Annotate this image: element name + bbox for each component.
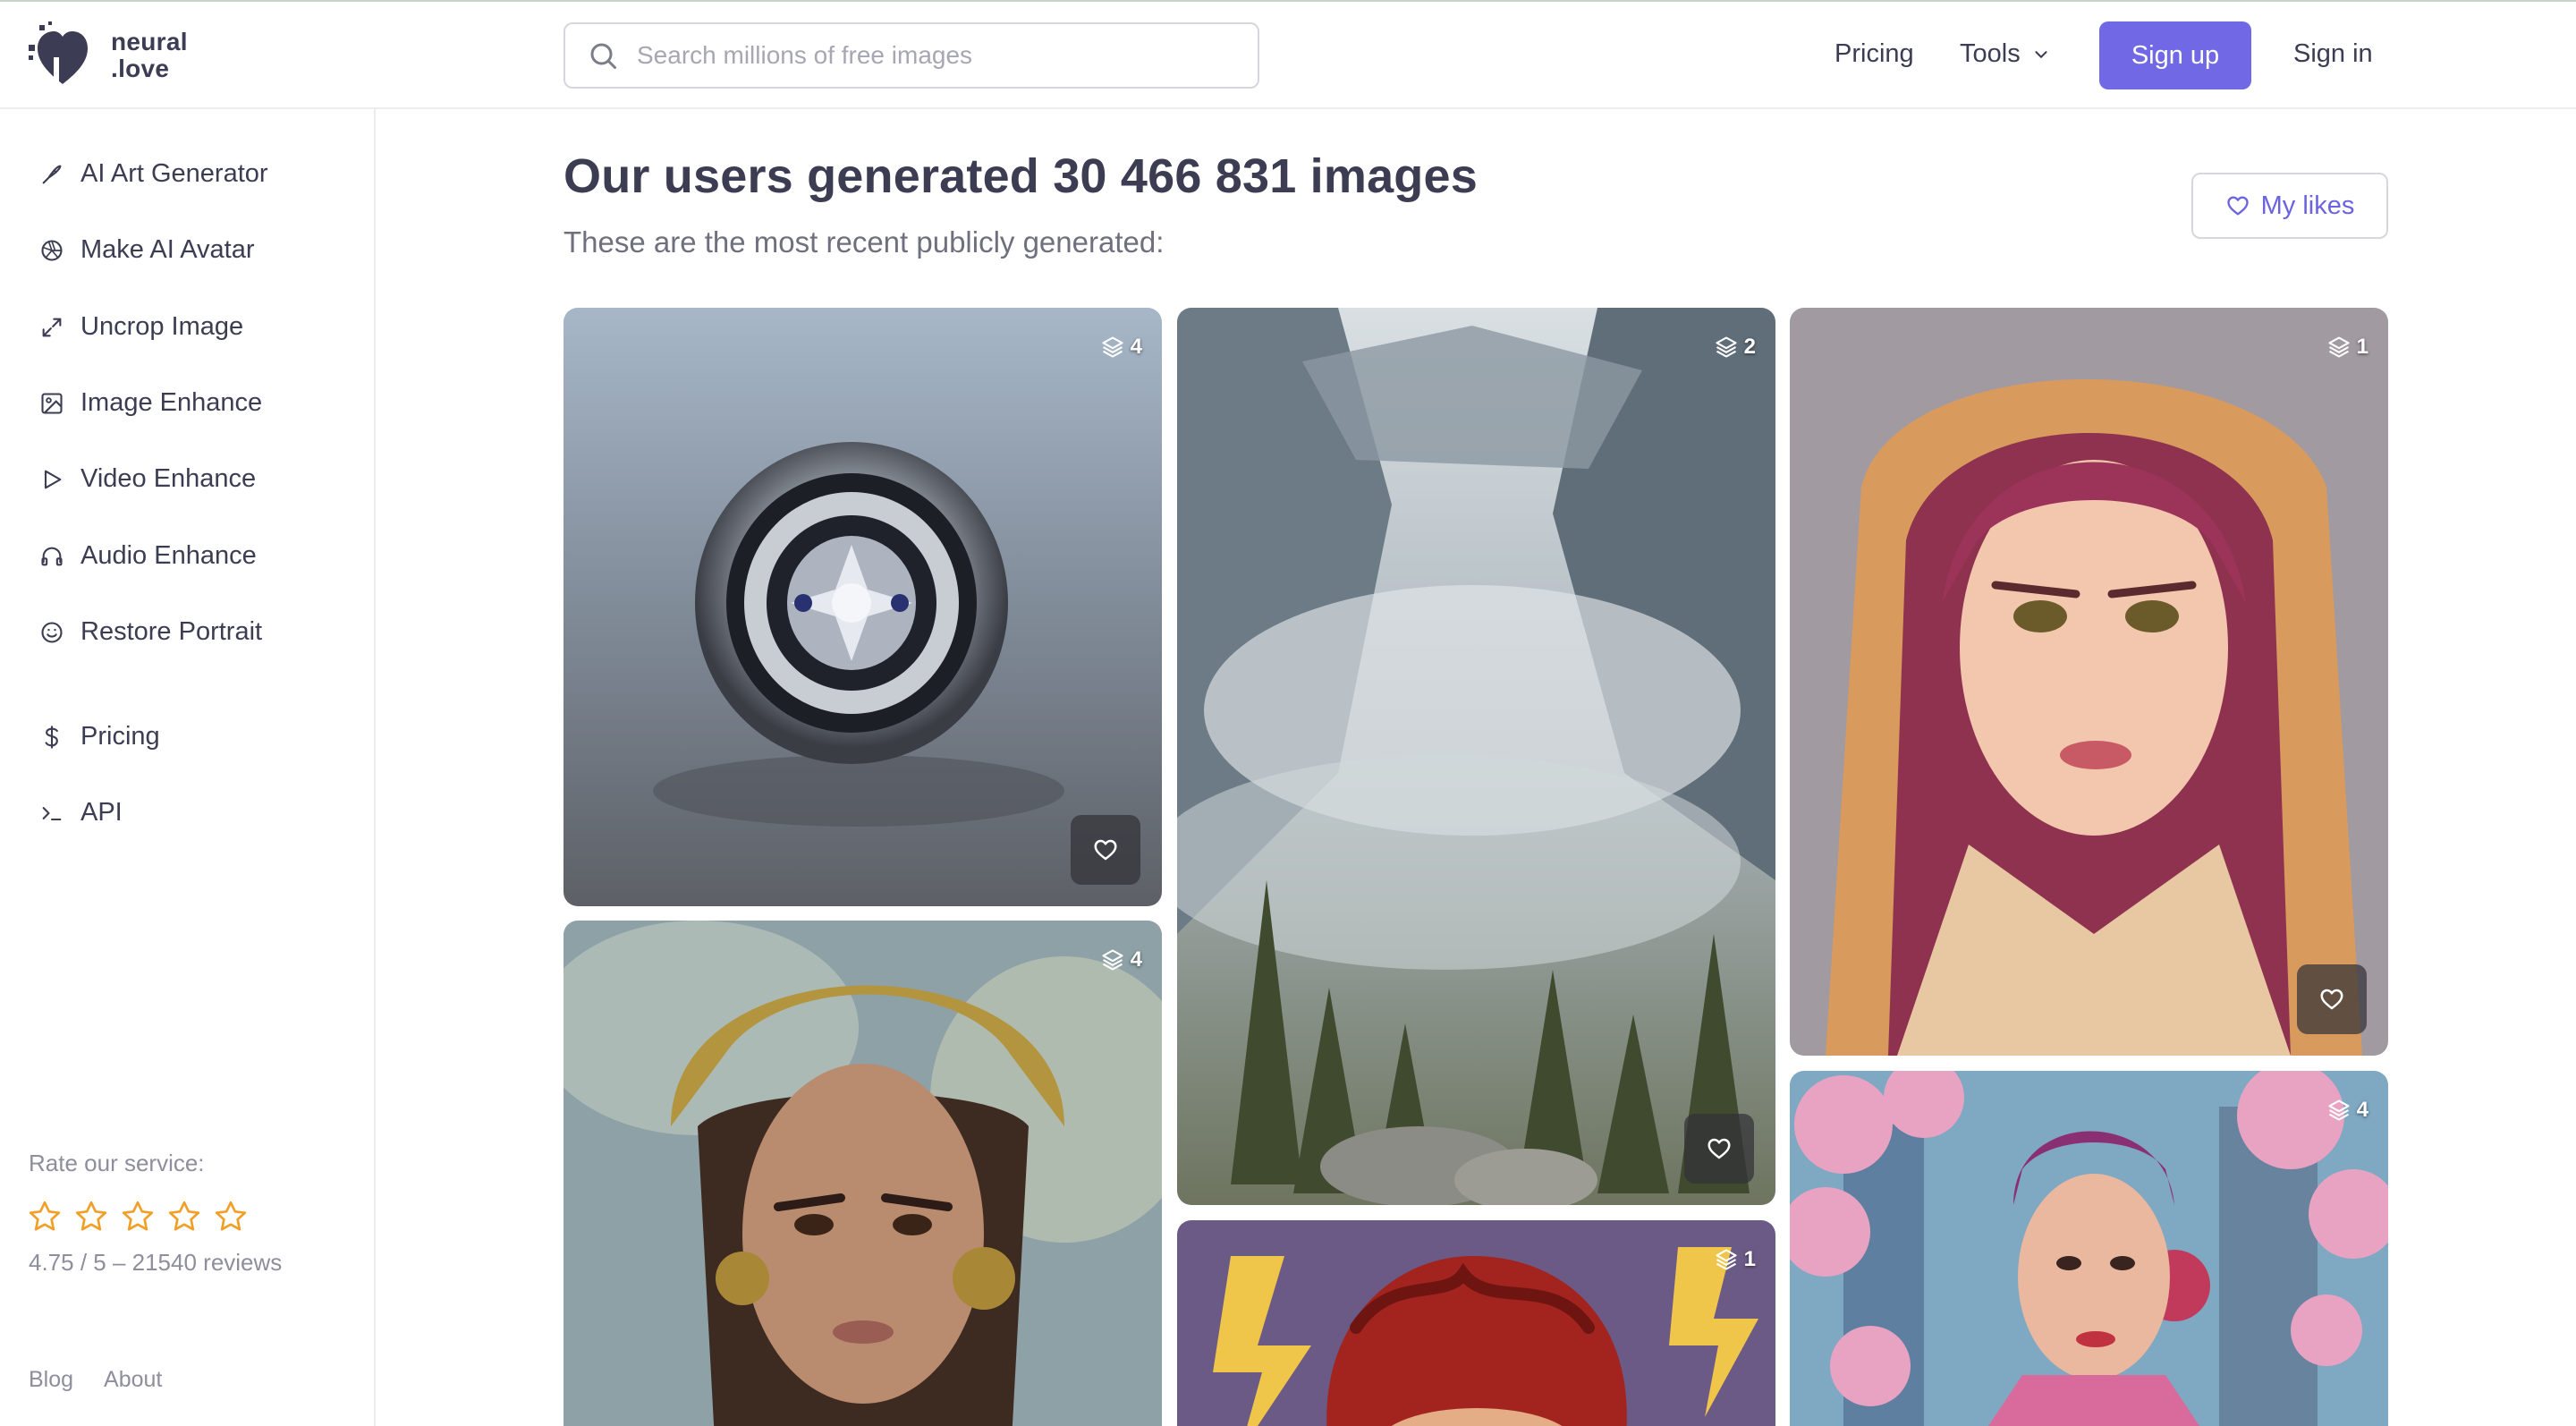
sidebar-item-label: Uncrop Image [80,312,244,341]
like-button[interactable] [2297,964,2367,1034]
headphones-icon [41,547,63,565]
sidebar-item-uncrop-image[interactable]: Uncrop Image [39,312,243,342]
sidebar: AI Art Generator Make AI Avatar Uncrop I… [0,109,376,1426]
sidebar-item-audio-enhance[interactable]: Audio Enhance [39,541,257,571]
sidebar-item-make-ai-avatar[interactable]: Make AI Avatar [39,235,255,265]
gallery-card-ring[interactable]: 4 [564,308,1162,906]
gallery-card-cherry-blossom[interactable]: 4 [1790,1071,2388,1426]
star-icon[interactable] [73,1199,109,1235]
search-icon [590,43,616,69]
sidebar-item-label: Make AI Avatar [80,235,255,264]
layers-icon [2328,1099,2350,1121]
sidebar-item-label: Audio Enhance [80,541,257,570]
sidebar-item-image-enhance[interactable]: Image Enhance [39,388,262,418]
generated-image [564,308,1162,906]
dollar-icon [45,725,58,749]
variation-count-badge: 4 [1100,335,1142,360]
aperture-icon [41,239,63,261]
footer-links: Blog About [29,1367,192,1393]
sidebar-item-video-enhance[interactable]: Video Enhance [39,464,256,494]
play-icon [44,470,62,488]
gallery-card-mountains[interactable]: 2 [1177,308,1775,1205]
sidebar-item-label: Pricing [80,722,160,751]
star-icon[interactable] [27,1199,63,1235]
layers-icon [1102,336,1123,358]
generated-image [1790,308,2388,1056]
rating-summary: 4.75 / 5 – 21540 reviews [29,1249,283,1276]
my-likes-button[interactable]: My likes [2191,173,2388,239]
expand-icon [42,318,62,336]
star-icon[interactable] [213,1199,249,1235]
image-icon [41,392,63,414]
generated-image [1177,1220,1775,1426]
terminal-icon [42,806,62,820]
variation-count-badge: 2 [1714,335,1756,360]
heart-icon [1707,1138,1731,1159]
logo-wordmark: neural .love [111,28,188,82]
blog-link[interactable]: Blog [29,1367,73,1393]
variation-count-badge: 4 [1100,947,1142,972]
sign-up-button[interactable]: Sign up [2099,21,2251,89]
nav-tools-label: Tools [1960,39,2021,68]
layers-icon [1716,336,1737,358]
sidebar-item-ai-art-generator[interactable]: AI Art Generator [39,159,268,189]
sidebar-item-restore-portrait[interactable]: Restore Portrait [39,617,262,647]
gallery-card-golden-headdress[interactable]: 4 [564,921,1162,1426]
variation-count-badge: 1 [1714,1247,1756,1272]
gallery-card-comic-character[interactable]: 1 [1177,1220,1775,1426]
heart-icon [1094,839,1117,861]
brush-icon [42,165,62,183]
layers-icon [1102,949,1123,971]
search-box[interactable] [564,22,1259,89]
variation-count-badge: 1 [2326,335,2368,360]
gallery-card-anime-girl[interactable]: 1 [1790,308,2388,1056]
sidebar-item-pricing[interactable]: Pricing [39,722,160,751]
sidebar-item-label: Video Enhance [80,464,257,493]
page-title: Our users generated 30 466 831 images [564,149,1478,203]
generated-image [1177,308,1775,1205]
heart-icon [2226,196,2249,216]
about-link[interactable]: About [104,1367,162,1393]
sidebar-item-label: AI Art Generator [80,159,268,188]
sign-in-link[interactable]: Sign in [2293,39,2373,69]
like-button[interactable] [1071,815,1140,885]
my-likes-label: My likes [2260,191,2355,220]
top-navigation-bar: neural .love Pricing Tools Sign up Sign … [0,0,2576,109]
neural-love-logo[interactable]: neural .love [27,21,188,89]
like-button[interactable] [1684,1114,1754,1184]
heart-icon [2320,989,2343,1010]
sidebar-item-label: Restore Portrait [80,617,263,646]
layers-icon [1716,1249,1737,1270]
sidebar-item-api[interactable]: API [39,798,123,828]
search-input[interactable] [637,41,1227,70]
rating-stars[interactable] [27,1199,259,1235]
chevron-down-icon [2035,50,2047,58]
generated-image [564,921,1162,1426]
sidebar-item-label: API [80,798,123,827]
nav-tools-dropdown[interactable]: Tools [1960,39,2051,69]
smile-icon [41,621,63,643]
variation-count-badge: 4 [2326,1098,2368,1123]
page-subtitle: These are the most recent publicly gener… [564,225,1165,259]
sidebar-item-label: Image Enhance [80,388,263,417]
star-icon[interactable] [120,1199,156,1235]
generated-image [1790,1071,2388,1426]
layers-icon [2328,336,2350,358]
nav-pricing-link[interactable]: Pricing [1835,39,1914,69]
heart-logo-icon [29,21,88,84]
rate-service-label: Rate our service: [29,1150,205,1176]
star-icon[interactable] [166,1199,202,1235]
